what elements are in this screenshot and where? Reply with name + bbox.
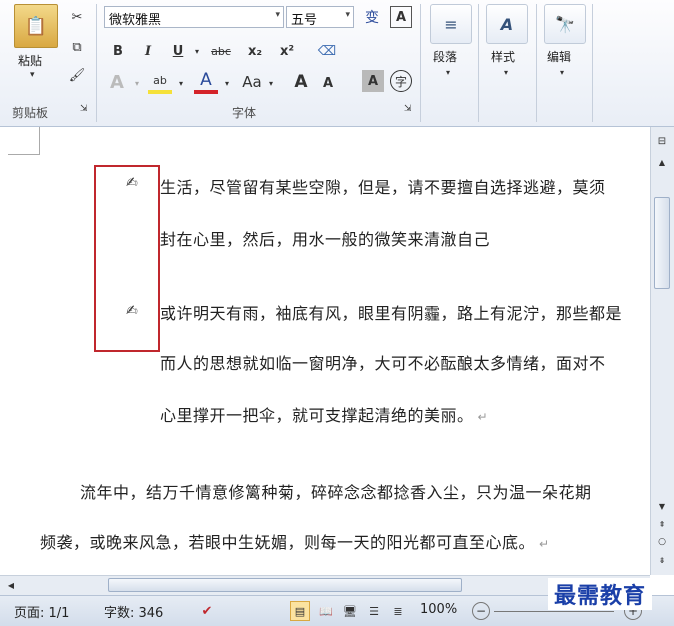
subscript-button[interactable]: x₂ [242, 40, 268, 62]
superscript-button[interactable]: x² [274, 40, 300, 62]
editing-button[interactable]: 🔭 [544, 4, 586, 44]
grow-font-button[interactable]: A [290, 70, 312, 94]
separator [96, 4, 97, 122]
paragraph-mark: ↵ [477, 410, 489, 424]
watermark-logo: 最需教育 [548, 578, 653, 610]
browse-object-icon[interactable]: ○ [653, 535, 671, 549]
chevron-down-icon[interactable]: ▾ [30, 70, 35, 80]
chevron-down-icon[interactable]: ▾ [192, 42, 202, 60]
zoom-level[interactable]: 100% [420, 602, 457, 617]
paste-label[interactable]: 粘贴 [18, 52, 42, 69]
text-line: 频袭，或晚来风急，若眼中生妩媚，则每一天的阳光都可直至心底。 ↵ [40, 529, 550, 553]
full-screen-reading-icon[interactable]: 📖 [316, 601, 336, 621]
format-painter-icon[interactable]: 🖌 [66, 64, 88, 86]
paragraph-mark: ↵ [539, 537, 550, 551]
chevron-down-icon[interactable]: ▾ [176, 74, 186, 92]
underline-button[interactable]: U [168, 40, 188, 62]
text-line-content: 频袭，或晚来风急，若眼中生妩媚，则每一天的阳光都可直至心底。 [40, 533, 536, 552]
zoom-out-icon[interactable]: − [472, 602, 490, 620]
previous-page-icon[interactable]: ⇞ [653, 517, 671, 531]
page-corner-marker [8, 127, 40, 155]
dialog-launcher-icon[interactable]: ⇲ [404, 104, 412, 114]
separator [478, 4, 479, 122]
copy-icon[interactable]: ⧉ [66, 36, 88, 58]
scroll-thumb[interactable] [654, 197, 670, 289]
font-group-label: 字体 [232, 106, 257, 120]
vertical-scrollbar[interactable]: ⊟ ▲ ▼ ⇞ ○ ⇟ [650, 127, 674, 575]
text-line: 而人的思想就如临一窗明净，大可不必酝酿太多情绪，面对不 [160, 354, 606, 373]
paragraph-button[interactable]: ≡ [430, 4, 472, 44]
char-border-top-button[interactable]: A [390, 6, 412, 28]
change-case-button[interactable]: Aa [238, 70, 266, 94]
chevron-down-icon[interactable]: ▾ [132, 74, 142, 92]
paragraph-label[interactable]: 段落 [433, 48, 457, 65]
proofing-icon[interactable]: ✔ [196, 601, 218, 621]
word-count[interactable]: 字数: 346 [104, 602, 163, 621]
chevron-down-icon[interactable]: ▾ [222, 74, 232, 92]
next-page-icon[interactable]: ⇟ [653, 553, 671, 567]
text-line: 流年中，结万千情意修篱种菊，碎碎念念都捻香入尘，只为温一朵花期 [80, 483, 592, 502]
web-layout-icon[interactable]: 🖥 [340, 601, 360, 621]
enclose-char-button[interactable]: 字 [390, 70, 412, 92]
ruler-toggle-icon[interactable]: ⊟ [653, 133, 671, 149]
scroll-down-icon[interactable]: ▼ [653, 499, 671, 513]
clear-formatting-icon[interactable]: ⌫ [314, 40, 340, 62]
text-line-content: 心里撑开一把伞，就可支撑起清绝的美丽。 [160, 406, 474, 425]
editing-label[interactable]: 编辑 [547, 48, 571, 65]
annotation-box [94, 165, 160, 352]
strikethrough-button[interactable]: abc [206, 40, 236, 62]
text-line: 生活，尽管留有某些空隙，但是，请不要擅自选择逃避，莫须 [160, 178, 606, 197]
font-name-combo[interactable]: 微软雅黑 ▾ [104, 6, 284, 28]
italic-button[interactable]: I [138, 40, 158, 62]
shrink-font-button[interactable]: A [318, 72, 338, 94]
paste-button[interactable]: 📋 [14, 4, 58, 48]
chevron-down-icon[interactable]: ▾ [560, 68, 564, 77]
text-line: 封在心里，然后，用水一般的微笑来清澈自己 [160, 230, 491, 249]
outline-view-icon[interactable]: ☰ [364, 601, 384, 621]
highlight-icon[interactable]: ab [148, 70, 172, 94]
chevron-down-icon[interactable]: ▾ [266, 74, 276, 92]
clipboard-group-label: 剪贴板 [12, 106, 49, 120]
zoom-slider[interactable] [494, 611, 614, 612]
text-effects-icon[interactable]: A [104, 70, 130, 94]
cut-icon[interactable]: ✂ [66, 6, 88, 28]
font-name-value: 微软雅黑 [109, 13, 162, 28]
print-layout-view-icon[interactable]: ▤ [290, 601, 310, 621]
styles-button[interactable]: A [486, 4, 528, 44]
separator [420, 4, 421, 122]
separator [592, 4, 593, 122]
chevron-down-icon[interactable]: ▾ [275, 10, 280, 20]
dialog-launcher-icon[interactable]: ⇲ [80, 104, 88, 114]
font-size-value: 五号 [291, 13, 318, 28]
chevron-down-icon[interactable]: ▾ [446, 68, 450, 77]
phonetic-guide-button[interactable]: 变 [360, 6, 384, 28]
scroll-left-icon[interactable]: ◀ [4, 578, 18, 592]
font-color-icon[interactable]: A [194, 70, 218, 94]
styles-label[interactable]: 样式 [491, 48, 515, 65]
bold-button[interactable]: B [108, 40, 128, 62]
chevron-down-icon[interactable]: ▾ [345, 10, 350, 20]
separator [536, 4, 537, 122]
scroll-up-icon[interactable]: ▲ [653, 155, 671, 169]
text-line: 心里撑开一把伞，就可支撑起清绝的美丽。 ↵ [160, 402, 488, 426]
draft-view-icon[interactable]: ≣ [388, 601, 408, 621]
chevron-down-icon[interactable]: ▾ [504, 68, 508, 77]
font-size-combo[interactable]: 五号 ▾ [286, 6, 354, 28]
page-count[interactable]: 页面: 1/1 [14, 602, 69, 621]
scroll-thumb[interactable] [108, 578, 462, 592]
ribbon: 📋 粘贴 ▾ ✂ ⧉ 🖌 剪贴板 ⇲ 微软雅黑 ▾ 五号 ▾ 变 A B I U… [0, 0, 674, 127]
text-line: 或许明天有雨，袖底有风，眼里有阴霾，路上有泥泞，那些都是 [160, 304, 623, 323]
char-shading-button[interactable]: A [362, 70, 384, 92]
